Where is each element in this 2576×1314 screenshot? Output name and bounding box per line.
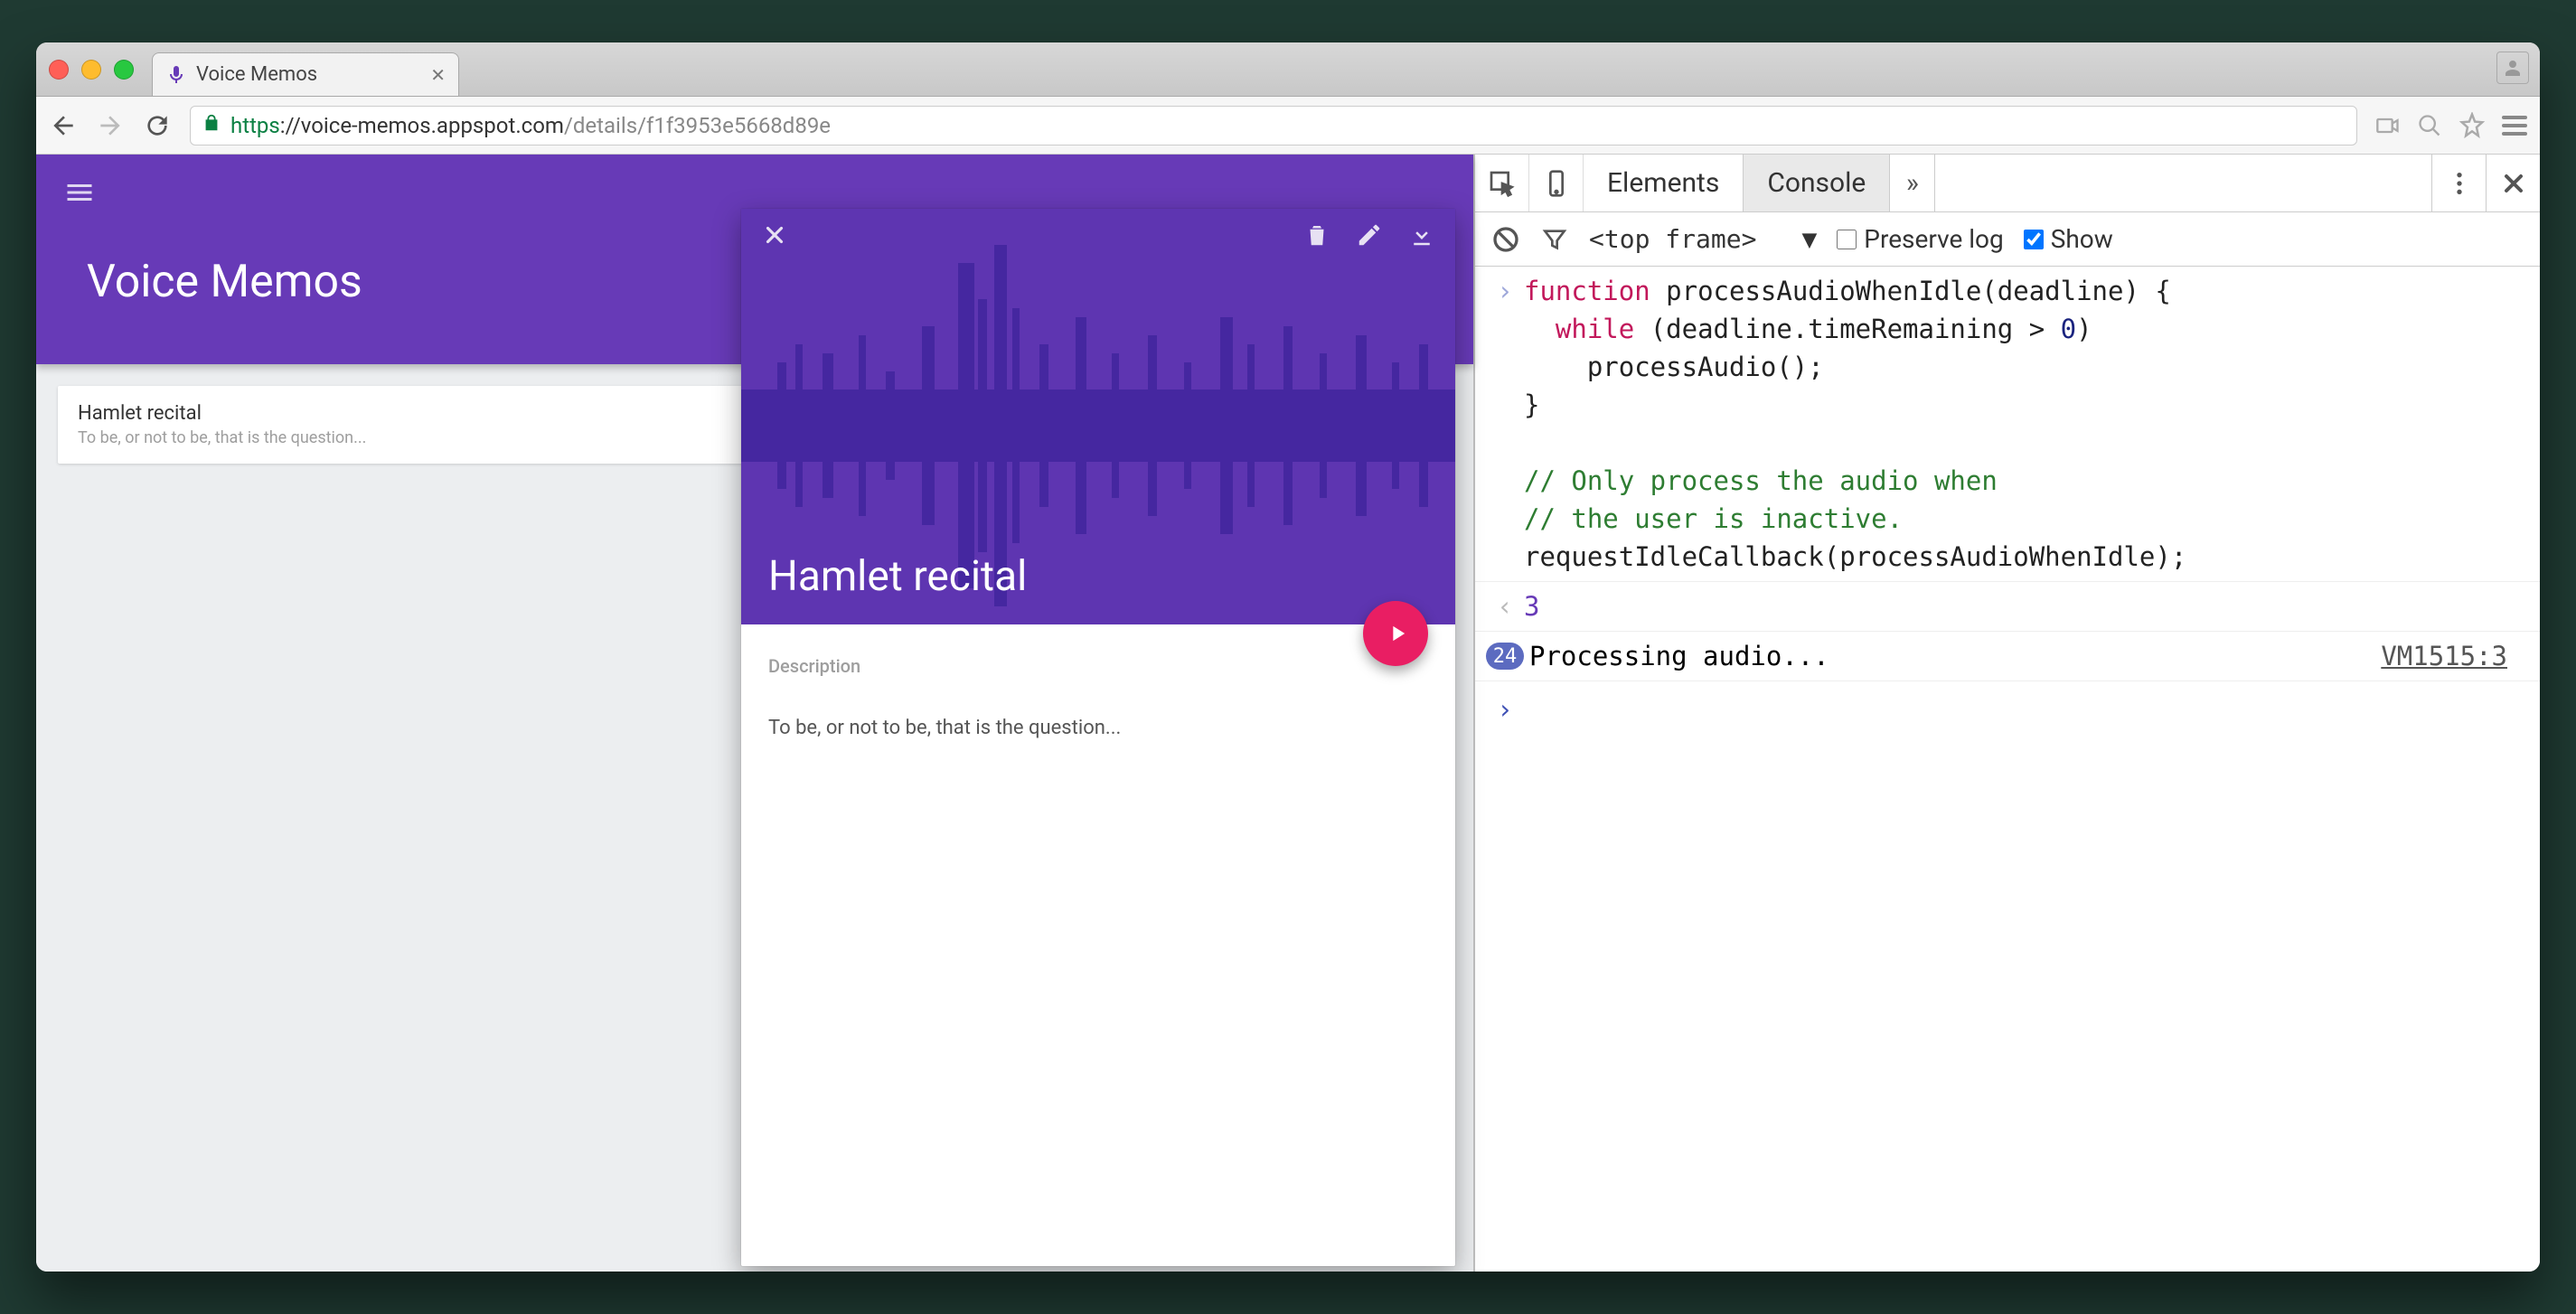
- back-button[interactable]: [49, 111, 78, 140]
- console-log-row: 24 Processing audio... VM1515:3: [1475, 632, 2540, 681]
- edit-button[interactable]: [1356, 221, 1383, 252]
- tab-console[interactable]: Console: [1744, 155, 1890, 211]
- console-input-row: › function processAudioWhenIdle(deadline…: [1475, 267, 2540, 582]
- return-icon: ‹: [1486, 587, 1524, 625]
- tab-strip: Voice Memos ✕: [36, 42, 2540, 97]
- console-toolbar: <top frame> ▼ Preserve log Show: [1475, 212, 2540, 267]
- return-value: 3: [1524, 587, 2529, 625]
- detail-actions: [741, 221, 1455, 252]
- detail-header: Hamlet recital: [741, 209, 1455, 624]
- address-bar[interactable]: https://voice-memos.appspot.com/details/…: [190, 106, 2357, 145]
- window-controls: [49, 60, 134, 80]
- log-message: Processing audio...: [1524, 637, 1829, 675]
- toolbar-right: [2375, 112, 2527, 139]
- clear-console-button[interactable]: [1491, 225, 1520, 254]
- hamburger-icon[interactable]: [63, 176, 96, 212]
- delete-button[interactable]: [1303, 221, 1330, 252]
- tab-title: Voice Memos: [196, 63, 317, 86]
- memo-detail-card: Hamlet recital Description To be, or not…: [741, 209, 1455, 1266]
- camera-icon[interactable]: [2375, 113, 2401, 138]
- zoom-icon[interactable]: [2417, 113, 2442, 138]
- bookmark-icon[interactable]: [2458, 112, 2486, 139]
- microphone-icon: [165, 64, 187, 86]
- tab-elements[interactable]: Elements: [1584, 155, 1744, 211]
- lock-icon: [202, 113, 221, 138]
- close-devtools-button[interactable]: [2486, 155, 2540, 211]
- voice-memos-app: Voice Memos Hamlet recital To be, or not…: [36, 155, 1473, 1272]
- close-window-button[interactable]: [49, 60, 69, 80]
- detail-title: Hamlet recital: [768, 552, 1027, 601]
- prompt-icon: ›: [1486, 690, 1524, 728]
- chevron-down-icon: ▼: [1801, 224, 1817, 254]
- download-button[interactable]: [1408, 221, 1435, 252]
- device-icon[interactable]: [1529, 155, 1584, 211]
- detail-body: Description To be, or not to be, that is…: [741, 624, 1455, 770]
- maximize-window-button[interactable]: [114, 60, 134, 80]
- preserve-log-checkbox[interactable]: Preserve log: [1837, 224, 2003, 254]
- browser-window: Voice Memos ✕ https://voice-memos.appspo…: [36, 42, 2540, 1272]
- show-checkbox[interactable]: Show: [2024, 224, 2113, 254]
- filter-icon[interactable]: [1540, 225, 1569, 254]
- console-output: › function processAudioWhenIdle(deadline…: [1475, 267, 2540, 1272]
- console-return-row: ‹ 3: [1475, 582, 2540, 632]
- kebab-icon[interactable]: [2431, 155, 2486, 211]
- minimize-window-button[interactable]: [81, 60, 101, 80]
- forward-button[interactable]: [96, 111, 125, 140]
- log-source-link[interactable]: VM1515:3: [2381, 637, 2529, 675]
- close-detail-button[interactable]: [761, 221, 788, 252]
- tabs-overflow-button[interactable]: »: [1890, 155, 1935, 211]
- console-prompt-row[interactable]: ›: [1475, 681, 2540, 737]
- frame-selector[interactable]: <top frame> ▼: [1589, 224, 1817, 254]
- url: https://voice-memos.appspot.com/details/…: [230, 113, 831, 138]
- inspect-icon[interactable]: [1475, 155, 1529, 211]
- console-code[interactable]: function processAudioWhenIdle(deadline) …: [1524, 272, 2529, 576]
- browser-tab[interactable]: Voice Memos ✕: [152, 52, 459, 96]
- devtools-tabbar: Elements Console »: [1475, 155, 2540, 212]
- profile-button[interactable]: [2496, 52, 2529, 84]
- close-tab-button[interactable]: ✕: [430, 64, 446, 86]
- description-label: Description: [768, 655, 1428, 677]
- reload-button[interactable]: [143, 111, 172, 140]
- play-button[interactable]: [1363, 601, 1428, 666]
- menu-button[interactable]: [2502, 116, 2527, 136]
- log-count-badge: 24: [1486, 643, 1524, 670]
- app-title: Voice Memos: [87, 256, 362, 308]
- prompt-icon: ›: [1486, 272, 1524, 576]
- content-area: Voice Memos Hamlet recital To be, or not…: [36, 155, 2540, 1272]
- devtools-panel: Elements Console » <top frame> ▼ Preserv…: [1473, 155, 2540, 1272]
- browser-toolbar: https://voice-memos.appspot.com/details/…: [36, 97, 2540, 155]
- description-text: To be, or not to be, that is the questio…: [768, 717, 1428, 739]
